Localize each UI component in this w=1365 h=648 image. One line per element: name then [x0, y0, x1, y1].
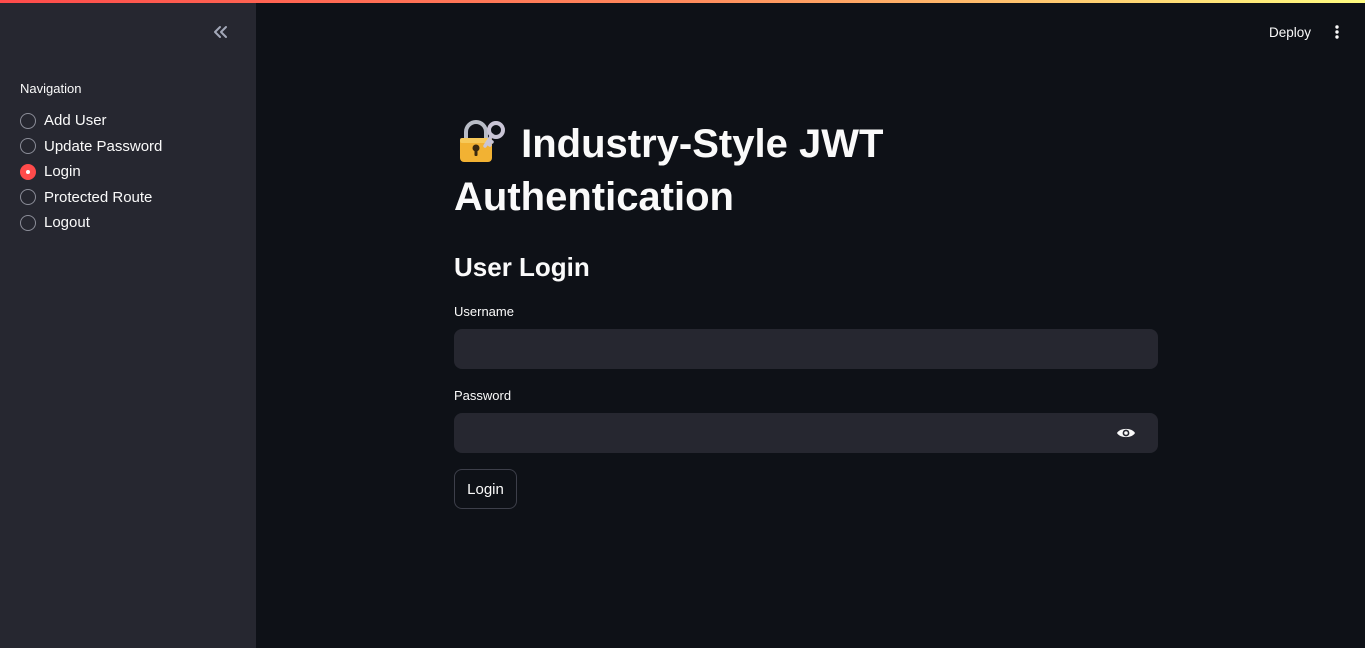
nav-item-label: Update Password — [44, 137, 163, 155]
radio-button[interactable] — [20, 214, 36, 231]
nav-item-protected-route[interactable]: Protected Route — [20, 185, 162, 211]
deploy-button[interactable]: Deploy — [1269, 25, 1311, 40]
radio-button-selected[interactable] — [20, 163, 36, 180]
more-vertical-icon — [1335, 25, 1339, 39]
sidebar: Navigation Add User Update Password Logi… — [0, 0, 256, 648]
nav-item-add-user[interactable]: Add User — [20, 108, 162, 134]
nav-item-logout[interactable]: Logout — [20, 210, 162, 236]
nav-item-label: Add User — [44, 112, 107, 130]
navigation-title: Navigation — [20, 81, 82, 96]
username-input[interactable] — [454, 329, 1158, 369]
nav-item-label: Protected Route — [44, 188, 153, 206]
show-password-button[interactable] — [1112, 421, 1140, 445]
top-decoration-bar — [0, 0, 1365, 3]
collapse-sidebar-button[interactable] — [206, 20, 234, 44]
password-input[interactable] — [454, 413, 1158, 453]
section-title: User Login — [454, 252, 590, 282]
password-label: Password — [454, 388, 512, 403]
page-title-text: Industry-Style JWT Authentication — [454, 122, 884, 219]
radio-button[interactable] — [20, 112, 36, 129]
nav-item-login[interactable]: Login — [20, 159, 162, 185]
page-title: Industry-Style JWT Authentication — [454, 118, 1014, 224]
username-label: Username — [454, 304, 514, 319]
nav-item-label: Logout — [44, 214, 90, 232]
nav-item-label: Login — [44, 163, 81, 181]
nav-item-update-password[interactable]: Update Password — [20, 134, 162, 160]
chevron-double-left-icon — [214, 26, 227, 38]
locked-with-key-icon — [460, 120, 505, 162]
navigation-radio-group: Add User Update Password Login Protected… — [20, 108, 162, 236]
main-menu-button[interactable] — [1329, 22, 1345, 42]
radio-button[interactable] — [20, 138, 36, 155]
login-button[interactable]: Login — [454, 469, 517, 509]
eye-icon — [1117, 428, 1135, 438]
header-toolbar: Deploy — [1269, 18, 1345, 46]
radio-button[interactable] — [20, 189, 36, 206]
